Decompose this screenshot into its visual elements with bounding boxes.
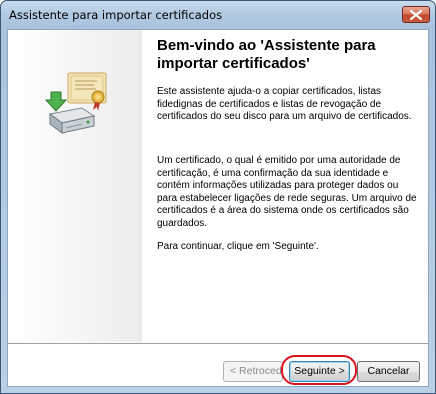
title-bar[interactable]: Assistente para importar certificados — [1, 1, 435, 29]
continue-instruction: Para continuar, clique em 'Seguinte'. — [157, 241, 319, 252]
wizard-body: Bem-vindo ao 'Assistente para importar c… — [7, 29, 429, 387]
next-button[interactable]: Seguinte > — [289, 361, 350, 382]
certificate-icon — [44, 72, 107, 134]
certificate-description: Um certificado, o qual é emitido por uma… — [157, 155, 417, 229]
intro-paragraph: Este assistente ajuda-o a copiar certifi… — [157, 86, 412, 122]
cancel-button[interactable]: Cancelar — [357, 361, 420, 382]
back-button[interactable]: < Retroceder — [223, 361, 283, 382]
side-panel — [8, 30, 142, 342]
close-icon — [410, 10, 422, 20]
wizard-window: Assistente para importar certificados Be… — [0, 0, 436, 394]
close-button[interactable] — [402, 6, 430, 23]
page-title: Bem-vindo ao 'Assistente para importar c… — [157, 37, 376, 72]
window-title: Assistente para importar certificados — [9, 8, 223, 22]
footer-separator — [8, 343, 428, 345]
